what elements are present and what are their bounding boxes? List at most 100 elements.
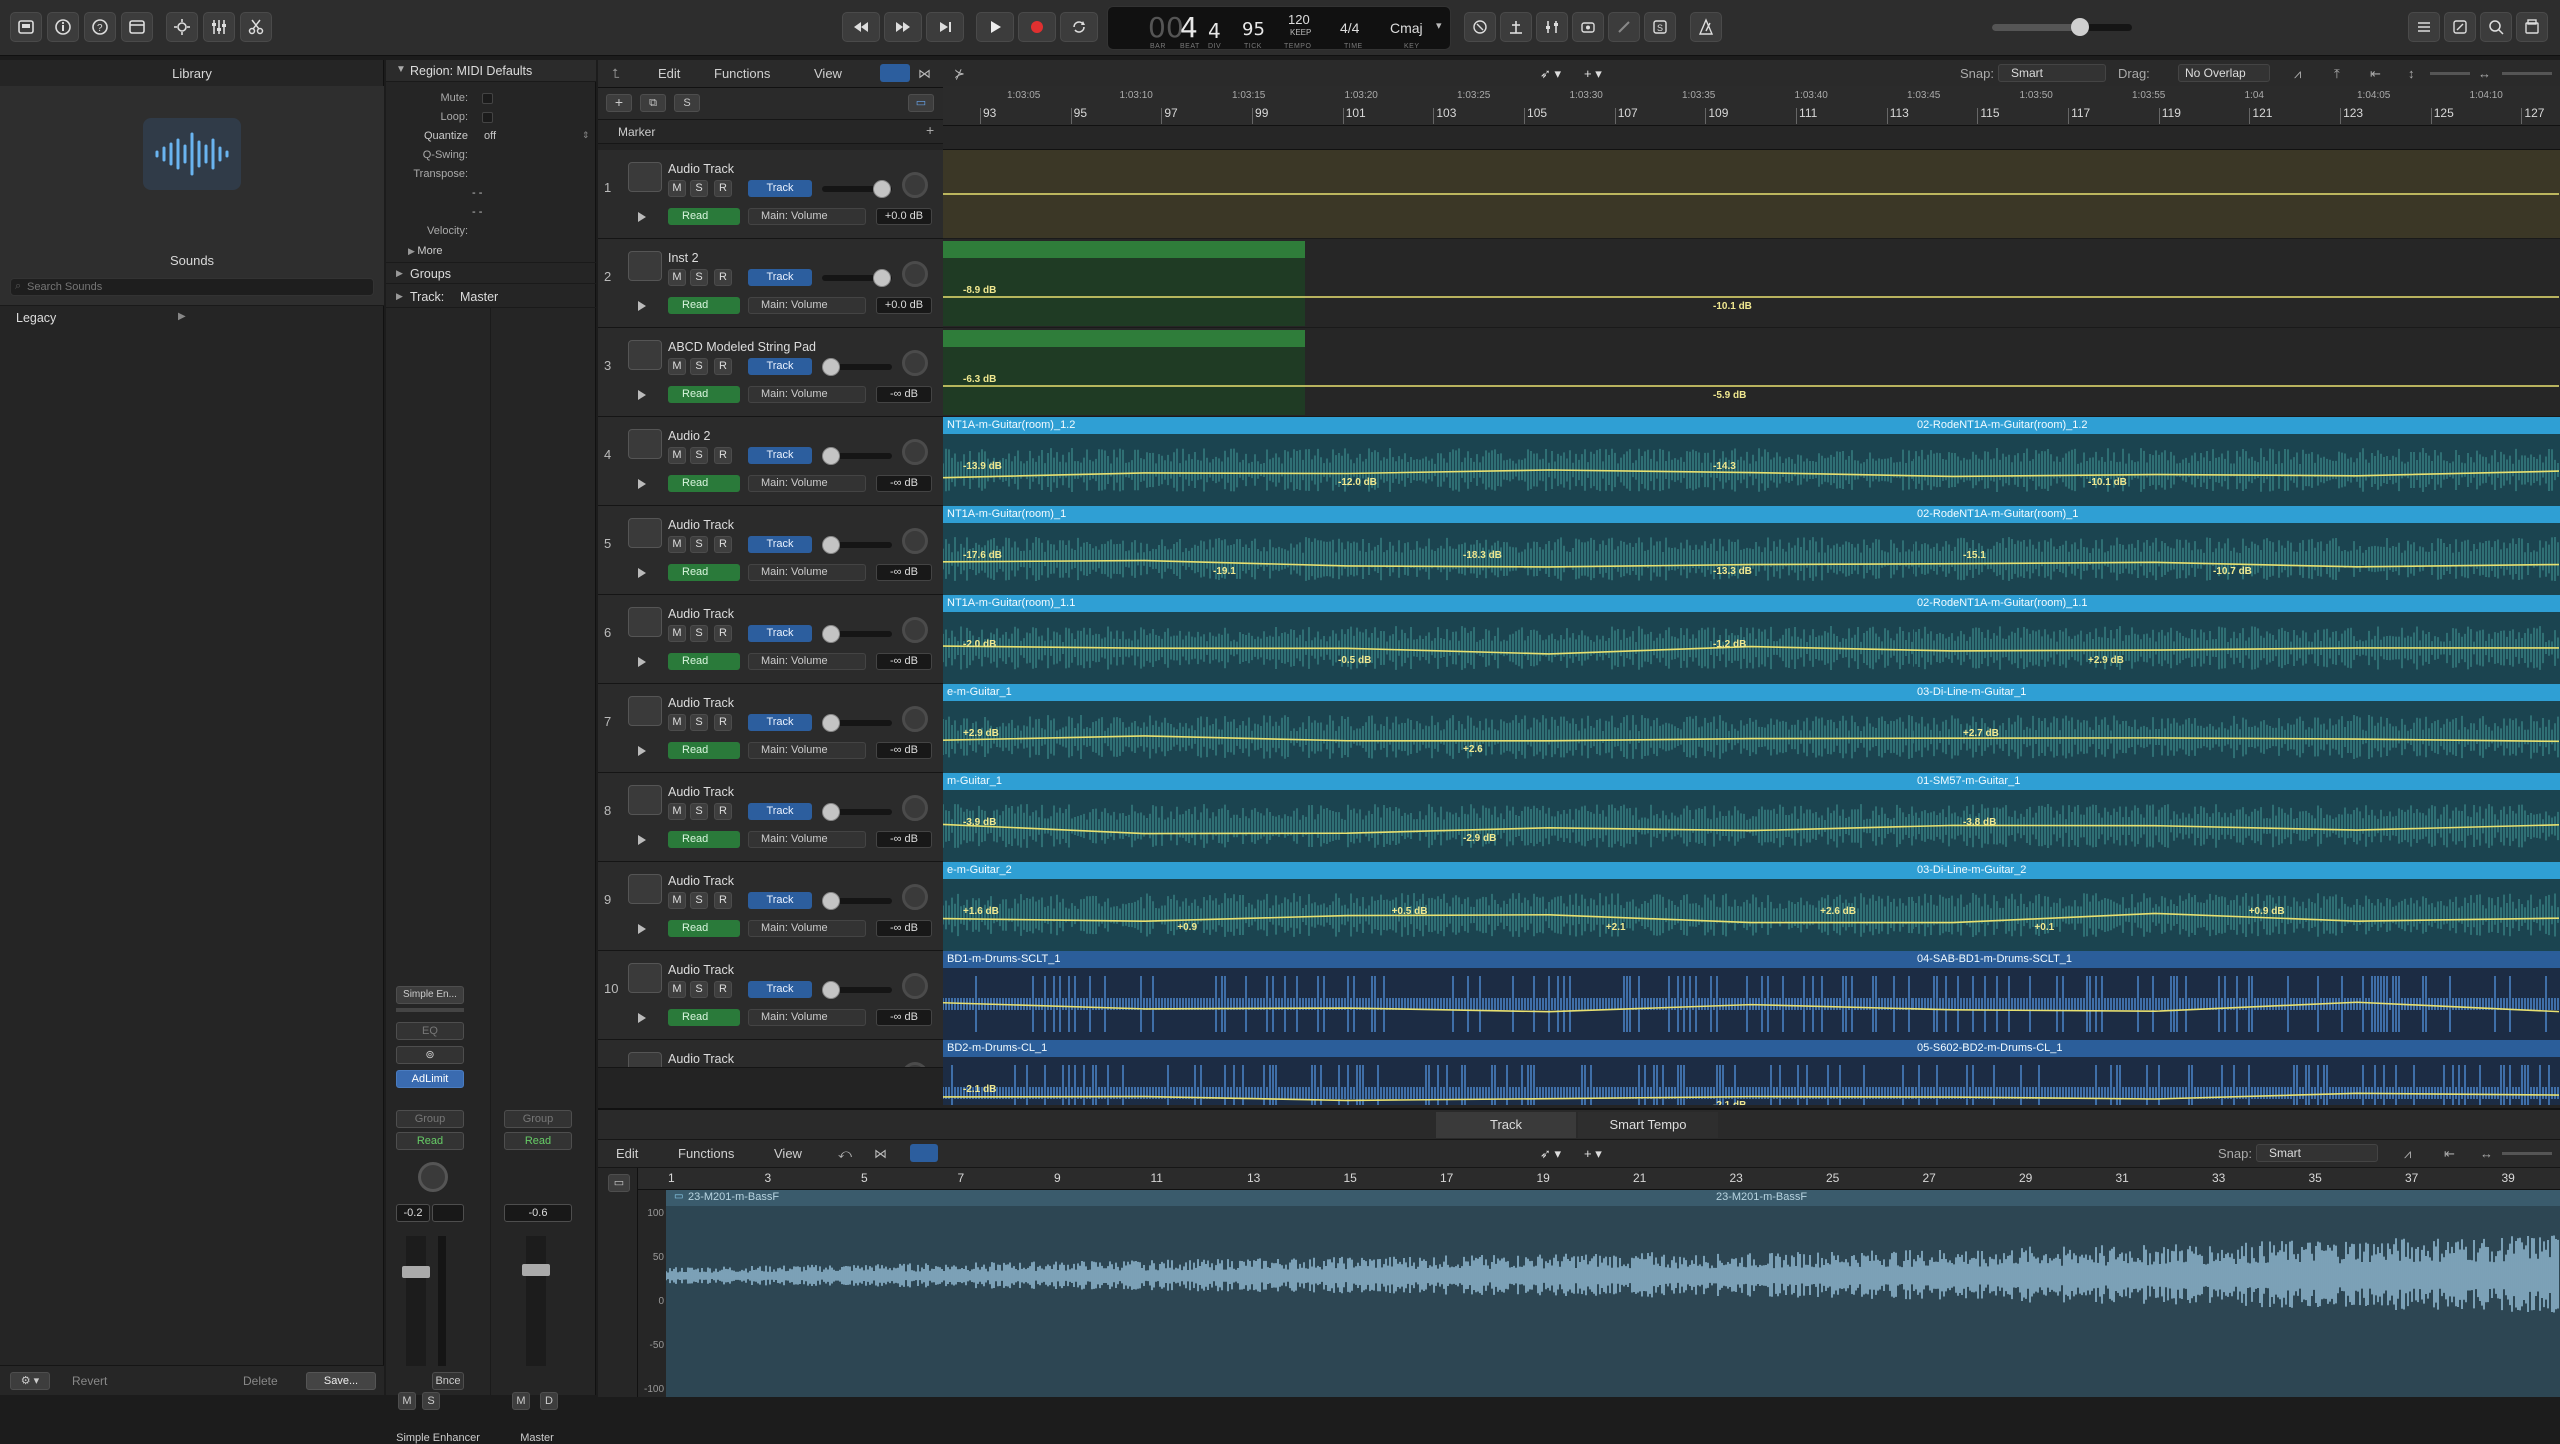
- mute-button[interactable]: M: [668, 981, 686, 998]
- track-name[interactable]: Audio Track: [668, 874, 734, 888]
- volume-slider[interactable]: [822, 269, 892, 287]
- note-pad-icon[interactable]: [2444, 12, 2476, 42]
- save-button[interactable]: Save...: [306, 1372, 376, 1390]
- toolbar-toggle-icon[interactable]: [121, 12, 153, 42]
- volume-knob[interactable]: [822, 803, 840, 821]
- editor-edit-menu[interactable]: Edit: [616, 1146, 638, 1161]
- region-header[interactable]: ▼ Region: MIDI Defaults: [386, 60, 596, 82]
- automation-curve[interactable]: [943, 417, 2560, 506]
- eq-slot[interactable]: EQ: [396, 1022, 464, 1040]
- record-enable-button[interactable]: R: [714, 536, 732, 553]
- disclosure-right-icon[interactable]: [638, 479, 646, 489]
- quick-help-icon[interactable]: ?: [84, 12, 116, 42]
- tuner-icon[interactable]: [1500, 12, 1532, 42]
- volume-fader-cap[interactable]: [402, 1266, 430, 1278]
- track-header-7[interactable]: 7 Audio Track M S R Track Read Main: Vol…: [598, 684, 943, 773]
- automation-icon[interactable]: [880, 64, 910, 82]
- record-enable-button[interactable]: R: [714, 714, 732, 731]
- disclosure-right-icon[interactable]: [638, 746, 646, 756]
- pan-knob[interactable]: [902, 1062, 928, 1067]
- horizontal-zoom-slider[interactable]: [2502, 72, 2552, 75]
- editor-fit-icon[interactable]: ⇤: [2444, 1146, 2455, 1162]
- disclosure-right-icon[interactable]: [638, 924, 646, 934]
- snap-select[interactable]: Smart: [1998, 64, 2106, 82]
- metronome-icon[interactable]: [1690, 12, 1722, 42]
- volume-slider[interactable]: [822, 358, 892, 376]
- track-header-2[interactable]: 2 Inst 2 M S R Track Read Main: Volume +…: [598, 239, 943, 328]
- solo-button[interactable]: S: [690, 358, 708, 375]
- track-header-11[interactable]: Audio Track M S R Track: [598, 1040, 943, 1068]
- instrument-track-icon[interactable]: [628, 340, 662, 370]
- volume-knob[interactable]: [822, 981, 840, 999]
- duplicate-track-icon[interactable]: ⧉: [640, 94, 666, 112]
- automation-parameter-select[interactable]: Main: Volume: [748, 475, 866, 492]
- add-marker-icon[interactable]: +: [926, 122, 934, 138]
- editor-waveform-zoom-icon[interactable]: ⩘: [2404, 1146, 2411, 1162]
- score-icon[interactable]: S: [1644, 12, 1676, 42]
- mixer-icon[interactable]: [203, 12, 235, 42]
- solo-icon[interactable]: [1536, 12, 1568, 42]
- track-button[interactable]: Track: [748, 892, 812, 909]
- track-button[interactable]: Track: [748, 981, 812, 998]
- track-lane-11[interactable]: BD2-m-Drums-CL_1 05-S602-BD2-m-Drums-CL_1…: [943, 1040, 2560, 1105]
- mute-button[interactable]: M: [668, 447, 686, 464]
- track-name[interactable]: Audio 2: [668, 429, 710, 443]
- solo-button[interactable]: S: [690, 892, 708, 909]
- solo-button[interactable]: S: [690, 981, 708, 998]
- track-name[interactable]: Audio Track: [668, 1052, 734, 1066]
- editor-marquee-tool-icon[interactable]: + ▾: [1584, 1146, 1602, 1162]
- amp-track-icon[interactable]: [628, 518, 662, 548]
- library-item-legacy[interactable]: Legacy ▶: [0, 308, 384, 330]
- track-header-5[interactable]: 5 Audio Track M S R Track Read Main: Vol…: [598, 506, 943, 595]
- instrument-track-icon[interactable]: [628, 251, 662, 281]
- marquee-tool-icon[interactable]: + ▾: [1584, 66, 1602, 82]
- automation-parameter-select[interactable]: Main: Volume: [748, 564, 866, 581]
- disclosure-right-icon[interactable]: [638, 212, 646, 222]
- link-icon[interactable]: ⊚: [396, 1046, 464, 1064]
- editor-view-menu[interactable]: View: [774, 1146, 802, 1161]
- track-button[interactable]: Track: [748, 180, 812, 197]
- amp-track-icon[interactable]: [628, 1052, 662, 1067]
- record-enable-button[interactable]: R: [714, 447, 732, 464]
- track-name[interactable]: Audio Track: [668, 162, 734, 176]
- editor-ruler[interactable]: 1 3 5 7 9 11 13 15 17 19 21 23 25 27 29 31 33 35 37 39: [638, 1168, 2560, 1190]
- automation-parameter-select[interactable]: Main: Volume: [748, 386, 866, 403]
- disclosure-right-icon[interactable]: [638, 301, 646, 311]
- group-slot[interactable]: Group: [504, 1110, 572, 1128]
- volume-knob[interactable]: [822, 447, 840, 465]
- waveform-track-icon[interactable]: [628, 963, 662, 993]
- automation-curve[interactable]: [943, 862, 2560, 951]
- track-lane-3[interactable]: -6.3 dB -5.9 dB: [943, 328, 2560, 417]
- automation-curve[interactable]: [943, 328, 2560, 417]
- pan-knob[interactable]: [902, 884, 928, 910]
- lcd-display[interactable]: 00 4 4 95 BAR BEAT DIV TICK 120 KEEP TEM…: [1107, 6, 1451, 50]
- amp-track-icon[interactable]: [628, 785, 662, 815]
- track-button[interactable]: Track: [748, 803, 812, 820]
- automation-line[interactable]: [943, 645, 2560, 655]
- record-enable-button[interactable]: R: [714, 625, 732, 642]
- track-name[interactable]: Audio Track: [668, 607, 734, 621]
- track-lane-9[interactable]: e-m-Guitar_2 03-Di-Line-m-Guitar_2 +1.6 dB…: [943, 862, 2560, 951]
- mute-button[interactable]: M: [668, 714, 686, 731]
- record-enable-button[interactable]: R: [714, 358, 732, 375]
- flex-icon[interactable]: ⋈: [918, 66, 931, 82]
- delete-button[interactable]: Delete: [243, 1374, 278, 1388]
- editor-snap-select[interactable]: Smart: [2256, 1144, 2378, 1162]
- solo-button[interactable]: S: [690, 714, 708, 731]
- automation-curve[interactable]: [943, 150, 2560, 239]
- track-name[interactable]: Audio Track: [668, 785, 734, 799]
- list-editors-icon[interactable]: [2408, 12, 2440, 42]
- mute-button[interactable]: M: [668, 536, 686, 553]
- automation-parameter-select[interactable]: Main: Volume: [748, 653, 866, 670]
- track-button[interactable]: Track: [748, 625, 812, 642]
- replace-icon[interactable]: [1464, 12, 1496, 42]
- track-name[interactable]: Audio Track: [668, 963, 734, 977]
- track-header-9[interactable]: 9 Audio Track M S R Track Read Main: Vol…: [598, 862, 943, 951]
- volume-knob[interactable]: [822, 892, 840, 910]
- amp-track-icon[interactable]: [628, 874, 662, 904]
- automation-curve[interactable]: [943, 595, 2560, 684]
- automation-curve[interactable]: [943, 239, 2560, 328]
- track-header-4[interactable]: 4 Audio 2 M S R Track Read Main: Volume …: [598, 417, 943, 506]
- automation-parameter-select[interactable]: Main: Volume: [748, 742, 866, 759]
- waveform-track-icon[interactable]: [628, 696, 662, 726]
